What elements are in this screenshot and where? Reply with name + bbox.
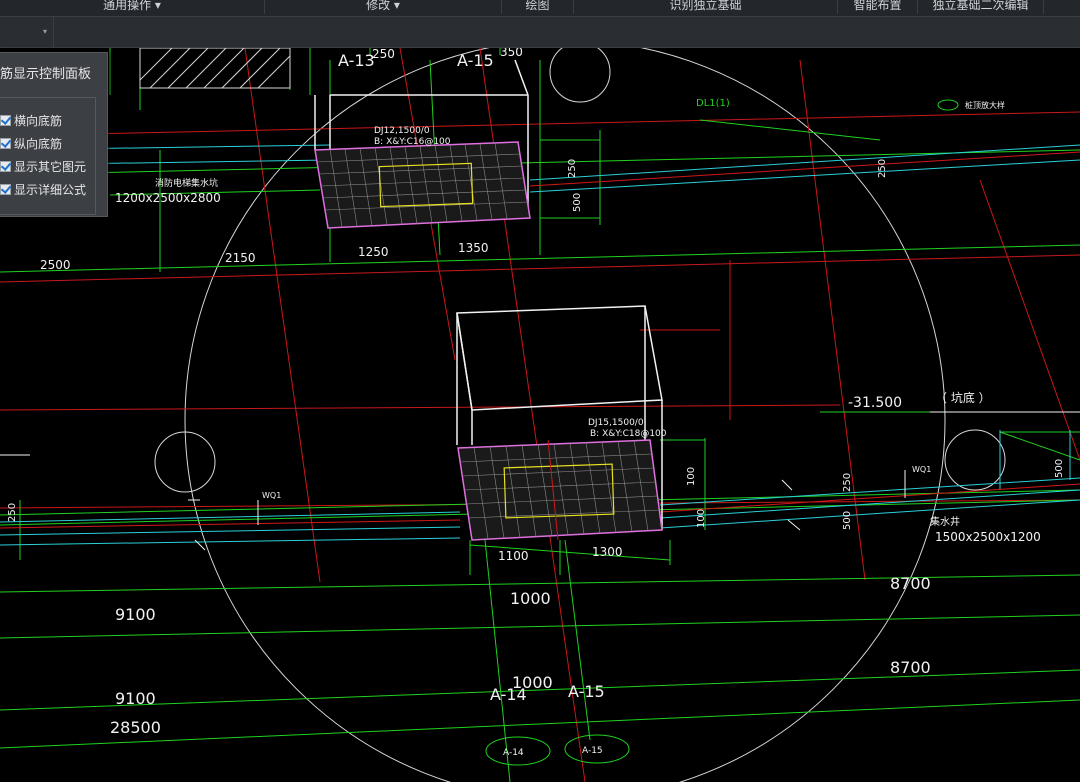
wall-label-left: WQ1 xyxy=(262,491,281,500)
dim-1300: 1300 xyxy=(592,545,623,559)
hatched-area xyxy=(139,48,291,89)
menu-smart-layout[interactable]: 智能布置 xyxy=(838,0,918,14)
menu-identify-foundation[interactable]: 识别独立基础 xyxy=(574,0,838,14)
dim-9100-a: 9100 xyxy=(115,605,156,624)
lower-foundation-label-2: B: X&Y:C18@100 xyxy=(590,429,667,439)
pit-bottom-label: （ 坑底 ） xyxy=(935,390,991,405)
dim-9100-b: 9100 xyxy=(115,689,156,708)
option-show-detailed-formula[interactable]: 显示详细公式 xyxy=(0,179,86,199)
axis-label-a15: A-15 xyxy=(568,682,605,701)
upper-foundation-label-1: DJ12,1500/0 xyxy=(374,126,430,136)
checkbox-checked-icon[interactable] xyxy=(0,137,11,149)
dim-1350: 1350 xyxy=(458,241,489,255)
option-show-other-elements[interactable]: 显示其它图元 xyxy=(0,156,86,176)
vdim-9: 250 xyxy=(842,473,853,492)
axis-bubbles xyxy=(485,99,959,766)
pile-circle-left xyxy=(154,431,216,493)
checkbox-checked-icon[interactable] xyxy=(0,183,11,195)
menu-modify[interactable]: 修改 ▾ xyxy=(265,0,502,14)
axis-bubble-a15: A-15 xyxy=(582,746,603,756)
option-horizontal-bottom-rebar[interactable]: 横向底筋 xyxy=(0,110,62,130)
pit-note-left: 消防电梯集水坑 xyxy=(155,177,218,189)
zoom-circle xyxy=(184,48,946,782)
vdim-7: 250 xyxy=(7,503,18,522)
pit-size-left: 1200x2500x2800 xyxy=(115,191,221,205)
checkbox-checked-icon[interactable] xyxy=(0,114,11,126)
panel-options-group: 横向底筋 纵向底筋 显示其它图元 显示详细公式 xyxy=(0,97,96,215)
upper-foundation-label-2: B: X&Y:C16@100 xyxy=(374,137,451,147)
menu-bar: 通用操作 ▾ 修改 ▾ 绘图 识别独立基础 智能布置 独立基础二次编辑 xyxy=(0,0,1080,17)
panel-title: 筋显示控制面板 xyxy=(0,67,92,82)
pile-circle-top xyxy=(549,48,611,103)
axis-label-a15-top: A-15 xyxy=(457,51,494,70)
lower-foundation-label-1: DJ15,1500/0 xyxy=(588,418,644,428)
dim-250-top: 250 xyxy=(372,48,395,61)
vdim-6: 500 xyxy=(1054,459,1065,478)
dim-2150: 2150 xyxy=(225,251,256,265)
dim-1000-a: 1000 xyxy=(510,589,551,608)
dim-1000-b: 1000 xyxy=(512,673,553,692)
dim-8700-a: 8700 xyxy=(890,574,931,593)
dim-1250: 1250 xyxy=(358,245,389,259)
cad-drawing-canvas[interactable]: A-13 A-15 A-14 A-15 A-14 A-15 DJ12,1500/… xyxy=(0,48,1080,782)
rebar-display-control-panel: 筋显示控制面板 横向底筋 纵向底筋 显示其它图元 显示详细公式 xyxy=(0,52,108,217)
dim-8700-b: 8700 xyxy=(890,658,931,677)
detail-note: 桩顶放大样 xyxy=(965,100,1005,110)
pile-circle-right xyxy=(944,429,1006,491)
menu-foundation-secondary-edit[interactable]: 独立基础二次编辑 xyxy=(918,0,1044,14)
axis-bubble-a14: A-14 xyxy=(503,748,524,758)
vdim-5: 250 xyxy=(877,159,888,178)
wall-label-right: WQ1 xyxy=(912,465,931,474)
toolbar-dropdown[interactable]: ▾ xyxy=(0,17,54,47)
checkbox-checked-icon[interactable] xyxy=(0,160,11,172)
menu-general-operations[interactable]: 通用操作 ▾ xyxy=(0,0,265,14)
chevron-down-icon: ▾ xyxy=(42,27,47,36)
axis-label-a13: A-13 xyxy=(338,51,375,70)
vdim-1: 250 xyxy=(567,159,578,178)
vdim-3: 100 xyxy=(686,467,697,486)
dim-350-top: 350 xyxy=(500,48,523,59)
dim-1100: 1100 xyxy=(498,549,529,563)
toolbar: ▾ xyxy=(0,17,1080,48)
dim-28500: 28500 xyxy=(110,718,161,737)
beam-label: DL1(1) xyxy=(696,98,730,109)
menu-draw[interactable]: 绘图 xyxy=(502,0,574,14)
vdim-8: 500 xyxy=(842,511,853,530)
elevation-label: -31.500 xyxy=(848,395,902,411)
option-vertical-bottom-rebar[interactable]: 纵向底筋 xyxy=(0,133,62,153)
dim-2500: 2500 xyxy=(40,258,71,272)
vdim-2: 500 xyxy=(572,193,583,212)
vdim-4: 100 xyxy=(696,509,707,528)
pit-note-right: 集水井 xyxy=(930,515,960,528)
pit-size-right: 1500x2500x1200 xyxy=(935,530,1041,544)
